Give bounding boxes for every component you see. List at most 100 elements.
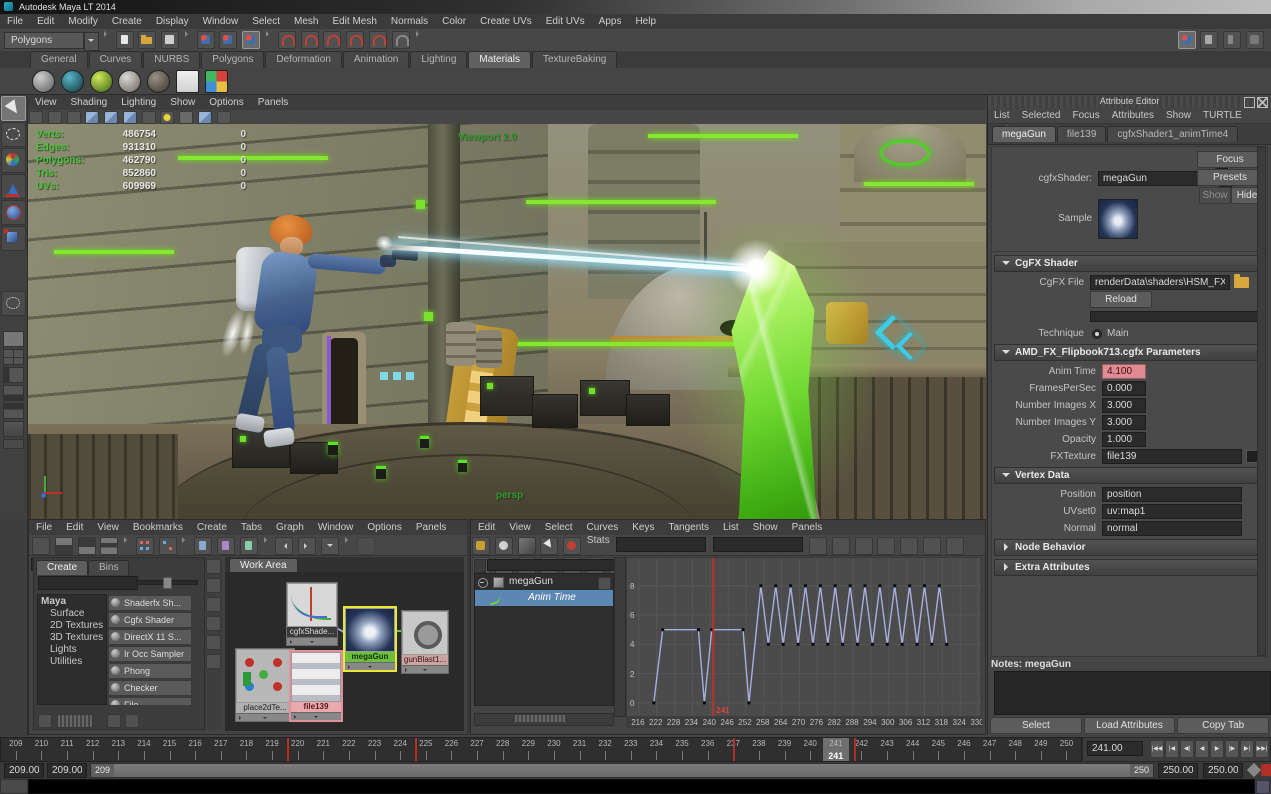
tree-item[interactable]: 2D Textures bbox=[38, 619, 106, 631]
menu-item-modify[interactable]: Modify bbox=[61, 14, 104, 29]
menu-item-edit-uvs[interactable]: Edit UVs bbox=[539, 14, 592, 29]
grid-toggle-icon[interactable] bbox=[85, 111, 100, 124]
stats-value-field[interactable] bbox=[713, 537, 804, 552]
time-slider-frame[interactable]: 238 bbox=[746, 738, 772, 761]
time-slider-frame[interactable]: 211 bbox=[54, 738, 80, 761]
node-gunblast[interactable]: gunBlast1... bbox=[401, 610, 449, 674]
snap-curve-icon[interactable] bbox=[300, 31, 319, 49]
resolution-gate-icon[interactable] bbox=[122, 111, 137, 124]
layout-four-pane-button[interactable] bbox=[3, 349, 24, 365]
outliner-filter-icon[interactable] bbox=[474, 559, 486, 573]
snap-view-plane-icon[interactable] bbox=[368, 31, 387, 49]
strip-icon[interactable] bbox=[206, 616, 221, 631]
menu-set-dropdown-arrow[interactable] bbox=[84, 32, 99, 51]
shelf-tab-texturebaking[interactable]: TextureBaking bbox=[531, 51, 618, 68]
close-panel-icon[interactable] bbox=[1257, 97, 1268, 108]
menu-item-select[interactable]: Select bbox=[245, 14, 287, 29]
hypershade-tab-bins[interactable]: Bins bbox=[88, 560, 130, 575]
previous-graph-icon[interactable] bbox=[275, 537, 294, 555]
node-graph-canvas[interactable]: cgfxShade... megaGun gunBlast1... place2… bbox=[225, 572, 464, 731]
pager-left2-icon[interactable] bbox=[106, 714, 121, 728]
stats-time-field[interactable] bbox=[616, 537, 707, 552]
toggle-create-bar-icon[interactable] bbox=[32, 537, 50, 555]
layout-persp-hypergraph-button[interactable] bbox=[3, 421, 24, 437]
time-slider-frame[interactable]: 228 bbox=[490, 738, 516, 761]
opacity-field[interactable] bbox=[1102, 432, 1146, 447]
layout-persp-graph-button[interactable] bbox=[3, 385, 24, 401]
node-place2d[interactable]: place2dTe... bbox=[235, 648, 295, 722]
time-slider-frame[interactable]: 250 bbox=[1054, 738, 1080, 761]
focus-button[interactable]: Focus bbox=[1197, 151, 1263, 168]
time-slider-frame[interactable]: 244 bbox=[900, 738, 926, 761]
shelf-tab-materials[interactable]: Materials bbox=[468, 51, 531, 68]
hypershade-menu-item-window[interactable]: Window bbox=[311, 520, 361, 535]
layout-top-bottom-icon[interactable] bbox=[54, 537, 73, 555]
pager-track[interactable] bbox=[56, 714, 93, 728]
time-slider-frame[interactable]: 212 bbox=[80, 738, 106, 761]
time-slider-frame[interactable]: 232 bbox=[592, 738, 618, 761]
ae-tab-file139[interactable]: file139 bbox=[1056, 126, 1107, 142]
snap-grid-icon[interactable] bbox=[277, 31, 296, 49]
next-graph-icon[interactable] bbox=[298, 537, 317, 555]
animation-start-field[interactable] bbox=[4, 763, 44, 778]
rearrange-graph-icon[interactable] bbox=[356, 537, 375, 555]
script-editor-icon[interactable] bbox=[1256, 780, 1270, 794]
sort-name-icon[interactable] bbox=[158, 537, 177, 555]
uvset0-field[interactable] bbox=[1102, 504, 1242, 519]
time-slider-frame[interactable]: 213 bbox=[106, 738, 132, 761]
time-slider-frame[interactable]: 236 bbox=[695, 738, 721, 761]
section-cgfx-shader[interactable]: CgFX Shader bbox=[994, 255, 1265, 272]
create-node-button-directx-11-s-[interactable]: DirectX 11 S... bbox=[108, 629, 192, 645]
time-slider-frame[interactable]: 226 bbox=[439, 738, 465, 761]
menu-item-create[interactable]: Create bbox=[105, 14, 149, 29]
section-node-behavior[interactable]: Node Behavior bbox=[994, 539, 1265, 556]
reload-button[interactable]: Reload bbox=[1090, 291, 1152, 308]
load-attributes-button[interactable]: Load Attributes bbox=[1083, 717, 1176, 734]
time-slider-current-frame[interactable]: 241 241 bbox=[823, 738, 849, 761]
attribute-editor-scrollbar[interactable] bbox=[1257, 147, 1266, 656]
layout-persp-outliner-button[interactable] bbox=[3, 367, 24, 383]
tool-settings-toggle-icon[interactable] bbox=[1223, 31, 1242, 49]
graph-menu-item-edit[interactable]: Edit bbox=[471, 520, 502, 535]
strip-icon[interactable] bbox=[206, 578, 221, 593]
graph-menu-item-list[interactable]: List bbox=[716, 520, 746, 535]
time-slider-frame[interactable]: 215 bbox=[157, 738, 183, 761]
create-node-button-checker[interactable]: Checker bbox=[108, 680, 192, 696]
menu-item-create-uvs[interactable]: Create UVs bbox=[473, 14, 539, 29]
tree-item[interactable]: 3D Textures bbox=[38, 631, 106, 643]
hypershade-menu-item-create[interactable]: Create bbox=[190, 520, 234, 535]
layout-hypershade-persp-button[interactable] bbox=[3, 403, 24, 419]
work-area-tab[interactable]: Work Area bbox=[229, 558, 298, 573]
select-node-button[interactable]: Select bbox=[990, 717, 1082, 734]
graph-menu-item-curves[interactable]: Curves bbox=[580, 520, 626, 535]
show-button[interactable]: Show bbox=[1199, 187, 1231, 204]
menu-item-display[interactable]: Display bbox=[149, 14, 196, 29]
create-node-button-ir-occ-sampler[interactable]: Ir Occ Sampler bbox=[108, 646, 192, 662]
time-slider-frame[interactable]: 221 bbox=[311, 738, 337, 761]
snap-projected-center-icon[interactable] bbox=[346, 31, 365, 49]
new-scene-icon[interactable] bbox=[115, 31, 134, 49]
rotate-tool[interactable] bbox=[1, 200, 26, 225]
last-tool-slot[interactable] bbox=[1, 291, 26, 316]
create-node-button-cgfx-shader[interactable]: Cgfx Shader bbox=[108, 612, 192, 628]
spline-tangents-icon[interactable] bbox=[809, 537, 828, 555]
create-search-field[interactable] bbox=[38, 576, 138, 590]
time-slider-frame[interactable]: 245 bbox=[926, 738, 952, 761]
modeling-toolkit-toggle-icon[interactable] bbox=[1177, 31, 1196, 49]
hypershade-menu-item-edit[interactable]: Edit bbox=[59, 520, 90, 535]
time-slider-frame[interactable]: 247 bbox=[977, 738, 1003, 761]
copy-tab-button[interactable]: Copy Tab bbox=[1177, 717, 1270, 734]
menu-item-mesh[interactable]: Mesh bbox=[287, 14, 325, 29]
current-time-field[interactable] bbox=[1087, 741, 1143, 756]
time-slider-frame[interactable]: 217 bbox=[208, 738, 234, 761]
section-extra-attributes[interactable]: Extra Attributes bbox=[994, 559, 1265, 576]
section-vertex-data[interactable]: Vertex Data bbox=[994, 467, 1265, 484]
ae-tab-cgfxshader1-animtime4[interactable]: cgfxShader1_animTime4 bbox=[1107, 126, 1239, 142]
film-gate-icon[interactable] bbox=[104, 111, 119, 124]
number-images-x-field[interactable] bbox=[1102, 398, 1146, 413]
insert-keys-icon[interactable] bbox=[494, 537, 513, 555]
buffer-curve-icon[interactable] bbox=[945, 537, 964, 555]
create-node-button-shaderfx-sh-[interactable]: Shaderfx Sh... bbox=[108, 595, 192, 611]
time-slider-frame[interactable]: 218 bbox=[234, 738, 260, 761]
viewport-menu-item-options[interactable]: Options bbox=[202, 95, 250, 110]
